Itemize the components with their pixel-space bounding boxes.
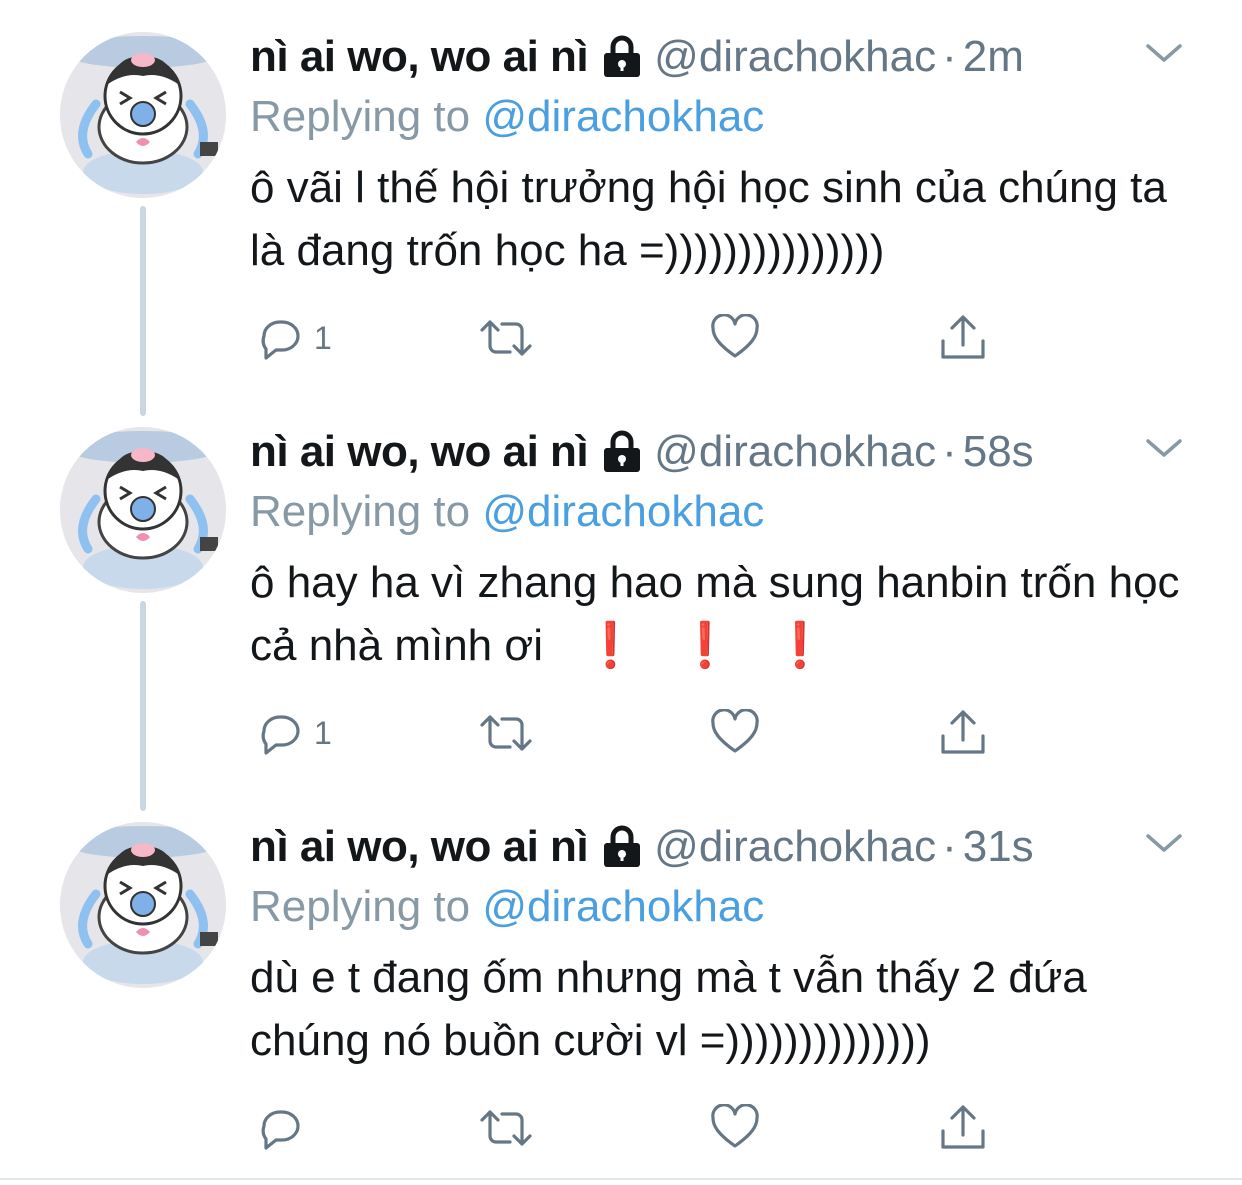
lock-icon bbox=[604, 825, 641, 867]
exclamation-emoji: ❗ bbox=[772, 621, 828, 670]
replying-label: Replying to bbox=[250, 882, 471, 931]
reply-icon bbox=[261, 1110, 300, 1150]
like-button[interactable] bbox=[710, 705, 760, 761]
share-icon bbox=[941, 315, 985, 359]
username-handle[interactable]: @dirachokhac bbox=[654, 820, 936, 874]
tweet[interactable]: nì ai wo, wo ai nì @dirachokhac · 58s Re… bbox=[0, 395, 1242, 790]
timestamp[interactable]: 58s bbox=[963, 425, 1034, 479]
display-name[interactable]: nì ai wo, wo ai nì bbox=[250, 820, 589, 874]
separator-dot: · bbox=[942, 32, 957, 81]
share-icon bbox=[941, 1105, 985, 1149]
chevron-down-icon[interactable] bbox=[1144, 40, 1184, 68]
mention-link[interactable]: @dirachokhac bbox=[482, 487, 764, 536]
tweet[interactable]: nì ai wo, wo ai nì @dirachokhac · 2m Rep… bbox=[0, 0, 1242, 395]
retweet-icon bbox=[480, 1110, 532, 1146]
like-button[interactable] bbox=[710, 310, 760, 366]
display-name[interactable]: nì ai wo, wo ai nì bbox=[250, 30, 589, 84]
reply-button[interactable]: 1 bbox=[256, 705, 332, 761]
retweet-button[interactable] bbox=[478, 705, 534, 761]
separator-dot: · bbox=[942, 427, 957, 476]
reply-count: 1 bbox=[314, 319, 332, 356]
replying-label: Replying to bbox=[250, 487, 471, 536]
separator-dot: · bbox=[942, 822, 957, 871]
replying-to: Replying to @dirachokhac bbox=[250, 485, 764, 539]
tweet-header: nì ai wo, wo ai nì @dirachokhac · 58s bbox=[250, 425, 1034, 479]
avatar[interactable] bbox=[60, 822, 226, 988]
retweet-icon bbox=[480, 320, 532, 356]
timestamp[interactable]: 31s bbox=[963, 820, 1034, 874]
like-button[interactable] bbox=[710, 1100, 760, 1156]
tweet-actions bbox=[250, 1100, 1010, 1156]
retweet-button[interactable] bbox=[478, 310, 534, 366]
username-handle[interactable]: @dirachokhac bbox=[654, 425, 936, 479]
tweet-header: nì ai wo, wo ai nì @dirachokhac · 31s bbox=[250, 820, 1034, 874]
replying-label: Replying to bbox=[250, 92, 471, 141]
timestamp[interactable]: 2m bbox=[963, 30, 1024, 84]
avatar[interactable] bbox=[60, 427, 226, 593]
share-button[interactable] bbox=[938, 705, 988, 761]
reply-button[interactable] bbox=[256, 1100, 314, 1156]
tweet-text: dù e t đang ốm nhưng mà t vẫn thấy 2 đứa… bbox=[250, 953, 1087, 1065]
tweet-actions: 1 bbox=[250, 310, 1010, 366]
share-button[interactable] bbox=[938, 310, 988, 366]
reply-icon bbox=[261, 320, 300, 360]
replying-to: Replying to @dirachokhac bbox=[250, 90, 764, 144]
lock-icon bbox=[604, 430, 641, 472]
heart-icon bbox=[711, 314, 759, 358]
divider bbox=[0, 1178, 1242, 1180]
username-handle[interactable]: @dirachokhac bbox=[654, 30, 936, 84]
reply-button[interactable]: 1 bbox=[256, 310, 332, 366]
share-button[interactable] bbox=[938, 1100, 988, 1156]
chevron-down-icon[interactable] bbox=[1144, 830, 1184, 858]
heart-icon bbox=[711, 709, 759, 753]
exclamation-emoji: ❗ bbox=[583, 621, 638, 670]
reply-icon bbox=[261, 715, 300, 755]
mention-link[interactable]: @dirachokhac bbox=[482, 882, 764, 931]
mention-link[interactable]: @dirachokhac bbox=[482, 92, 764, 141]
avatar-image bbox=[60, 822, 226, 988]
tweet-text-block: ô hay ha vì zhang hao mà sung hanbin trố… bbox=[250, 551, 1210, 677]
tweet-text: ô vãi l thế hội trưởng hội học sinh của … bbox=[250, 163, 1167, 275]
avatar-image bbox=[60, 427, 226, 593]
exclamation-emoji: ❗ bbox=[677, 621, 733, 670]
chevron-down-icon[interactable] bbox=[1144, 435, 1184, 463]
avatar[interactable] bbox=[60, 32, 226, 198]
heart-icon bbox=[711, 1104, 759, 1148]
replying-to: Replying to @dirachokhac bbox=[250, 880, 764, 934]
tweet-actions: 1 bbox=[250, 705, 1010, 761]
display-name[interactable]: nì ai wo, wo ai nì bbox=[250, 425, 589, 479]
avatar-image bbox=[60, 32, 226, 198]
retweet-button[interactable] bbox=[478, 1100, 534, 1156]
tweet[interactable]: nì ai wo, wo ai nì @dirachokhac · 31s Re… bbox=[0, 790, 1242, 1185]
reply-count: 1 bbox=[314, 714, 332, 751]
tweet-header: nì ai wo, wo ai nì @dirachokhac · 2m bbox=[250, 30, 1024, 84]
retweet-icon bbox=[480, 715, 532, 751]
share-icon bbox=[941, 710, 985, 754]
lock-icon bbox=[604, 35, 641, 77]
